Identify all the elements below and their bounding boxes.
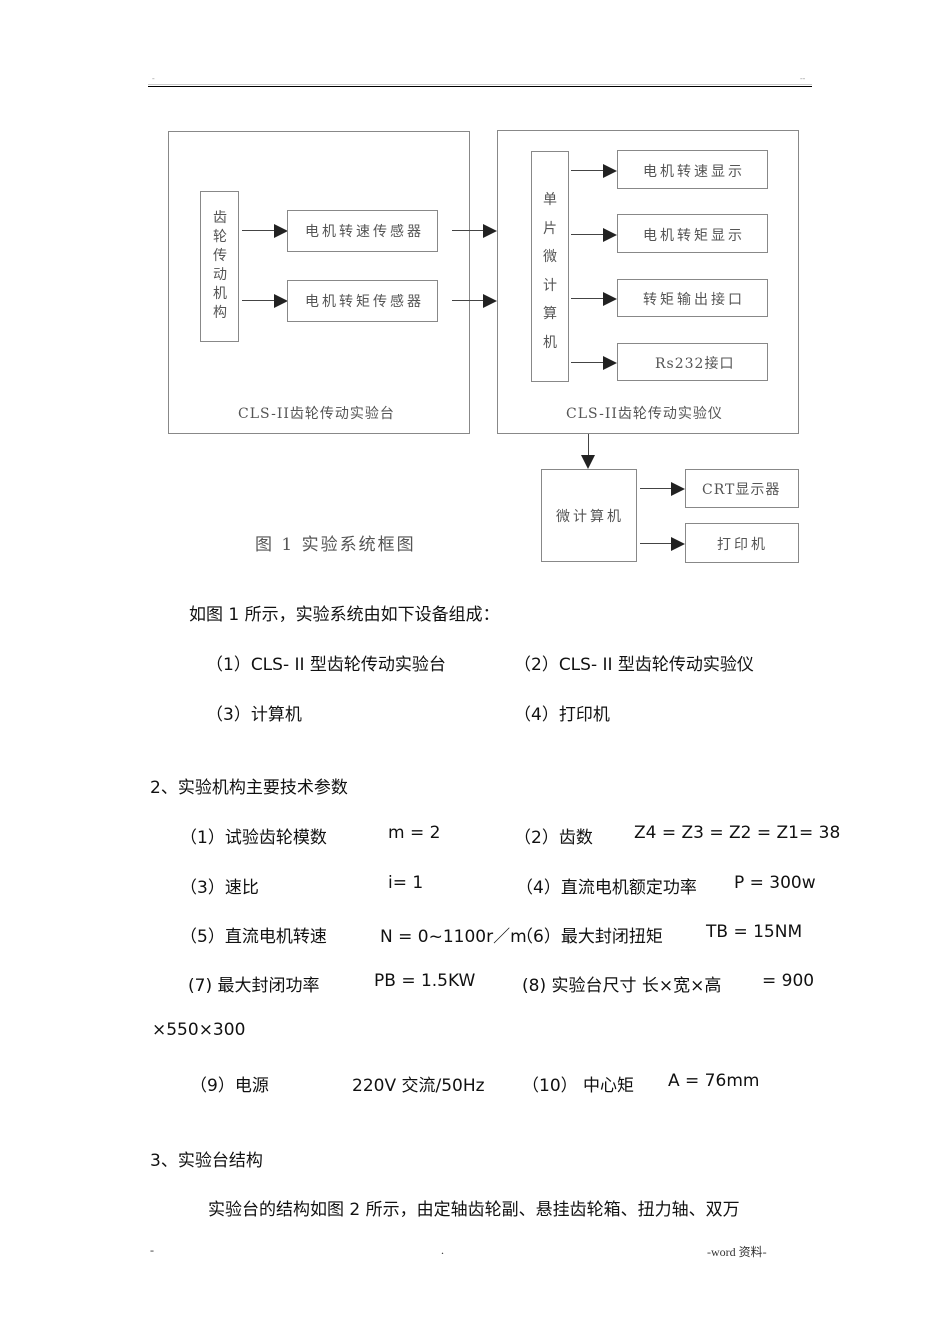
connector-line: [588, 434, 589, 456]
test-bench-title: CLS-II齿轮传动实验台: [238, 406, 395, 422]
arrow-right-icon: [603, 164, 617, 178]
arrow-right-icon: [671, 537, 685, 551]
device-item: （1）CLS- II 型齿轮传动实验台: [206, 655, 446, 675]
footer-label: -word 资料-: [707, 1245, 767, 1259]
param-label: （5）直流电机转速: [180, 927, 327, 947]
mcu-char: 计: [543, 277, 557, 294]
param-value: P = 300w: [734, 873, 816, 893]
connector-line: [242, 230, 276, 231]
torque-sensor-label: 电机转矩传感器: [305, 294, 424, 310]
section-3-heading: 3、实验台结构: [150, 1151, 263, 1171]
connector-line: [571, 362, 605, 363]
intro-paragraph: 如图 1 所示，实验系统由如下设备组成：: [189, 605, 500, 625]
header-left-mark: -: [152, 74, 155, 83]
gear-mechanism-char: 机: [213, 286, 227, 302]
connector-line: [452, 300, 484, 301]
rs232-label: Rs232接口: [655, 356, 735, 372]
footer-left-mark: -: [150, 1243, 154, 1257]
param-label: （6）最大封闭扭矩: [516, 927, 663, 947]
torque-output-label: 转矩输出接口: [643, 292, 745, 308]
header-rule: [148, 86, 812, 87]
arrow-right-icon: [274, 294, 288, 308]
connector-line: [452, 230, 484, 231]
arrow-right-icon: [671, 482, 685, 496]
param-label: （3）速比: [180, 878, 259, 898]
speed-display-label: 电机转速显示: [643, 164, 745, 180]
param-value: N = 0~1100r／m: [380, 927, 527, 947]
arrow-right-icon: [603, 292, 617, 306]
section-2-heading: 2、实验机构主要技术参数: [150, 778, 348, 798]
arrow-right-icon: [603, 228, 617, 242]
printer-label: 打印机: [717, 537, 768, 553]
connector-line: [571, 234, 605, 235]
arrow-right-icon: [603, 356, 617, 370]
arrow-right-icon: [274, 224, 288, 238]
param-value: 220V 交流/50Hz: [352, 1076, 485, 1096]
connector-line: [242, 300, 276, 301]
param-label: （9）电源: [190, 1076, 269, 1096]
param-label: (7) 最大封闭功率: [188, 976, 320, 996]
param-value: Z4 = Z3 = Z2 = Z1= 38: [634, 823, 841, 843]
gear-mechanism-char: 齿: [213, 210, 227, 226]
param-value: = 900: [762, 971, 815, 991]
gear-mechanism-char: 动: [213, 267, 227, 283]
device-item: （3）计算机: [206, 705, 302, 725]
crt-display-label: CRT显示器: [702, 482, 781, 498]
connector-line: [571, 170, 605, 171]
microcomputer-label: 微计算机: [556, 509, 624, 525]
param-label: （10） 中心矩: [522, 1076, 635, 1096]
param-label: （1）试验齿轮模数: [180, 828, 327, 848]
test-instrument-title: CLS-II齿轮传动实验仪: [566, 406, 723, 422]
header-rule-light: [148, 84, 812, 85]
gear-mechanism-char: 构: [213, 305, 227, 321]
param-value: m = 2: [388, 823, 441, 843]
mcu-char: 微: [543, 249, 557, 265]
gear-mechanism-char: 传: [213, 248, 227, 264]
gear-mechanism-label: 齿 轮 传 动 机 构: [211, 209, 229, 323]
arrow-right-icon: [483, 224, 497, 238]
param-value: A = 76mm: [668, 1071, 760, 1091]
document-page: - -- CLS-II齿轮传动实验台 齿 轮 传 动 机 构 电机转速传感器 电…: [0, 0, 945, 1337]
param-value-continued: ×550×300: [152, 1020, 246, 1040]
speed-sensor-label: 电机转速传感器: [305, 224, 424, 240]
footer-center-mark: .: [441, 1243, 444, 1257]
arrow-right-icon: [483, 294, 497, 308]
param-value: i= 1: [388, 873, 424, 893]
section-3-paragraph: 实验台的结构如图 2 所示，由定轴齿轮副、悬挂齿轮箱、扭力轴、双万: [208, 1200, 740, 1220]
param-label: （2）齿数: [514, 828, 593, 848]
header-right-mark: --: [800, 74, 806, 83]
arrow-down-icon: [581, 455, 595, 469]
device-item: （4）打印机: [514, 705, 610, 725]
figure-caption: 图 1 实验系统框图: [255, 535, 416, 555]
mcu-label: 单 片 微 计 算 机: [541, 186, 559, 357]
mcu-char: 片: [543, 220, 557, 237]
connector-line: [640, 543, 674, 544]
connector-line: [571, 298, 605, 299]
torque-display-label: 电机转矩显示: [643, 228, 745, 244]
gear-mechanism-char: 轮: [213, 229, 227, 245]
device-item: （2）CLS- II 型齿轮传动实验仪: [514, 655, 754, 675]
mcu-char: 单: [543, 192, 557, 208]
connector-line: [640, 488, 674, 489]
mcu-char: 算: [543, 306, 557, 322]
param-value: TB = 15NM: [706, 922, 803, 942]
mcu-char: 机: [543, 334, 557, 351]
param-label: （4）直流电机额定功率: [516, 878, 697, 898]
param-value: PB = 1.5KW: [374, 971, 476, 991]
param-label: (8) 实验台尺寸 长×宽×高: [522, 976, 722, 996]
